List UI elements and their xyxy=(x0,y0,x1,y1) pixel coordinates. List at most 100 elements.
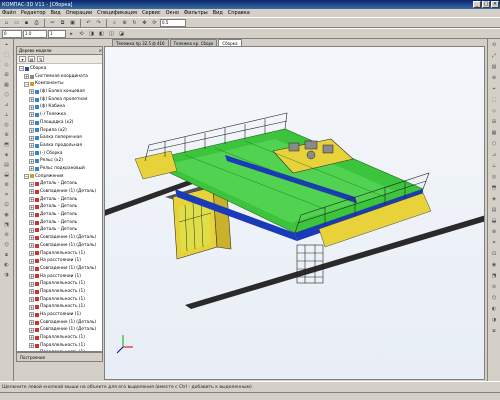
left-tool-icon[interactable]: ⌬ xyxy=(2,241,11,249)
expand-icon[interactable]: + xyxy=(29,273,34,279)
expand-icon[interactable]: + xyxy=(29,97,34,103)
view-icon[interactable]: ◨ xyxy=(87,30,96,38)
right-tool-icon[interactable]: ⟂ xyxy=(490,162,499,170)
tree-item[interactable]: + Совпадение (1) (Деталь) xyxy=(17,326,102,334)
expand-icon[interactable]: + xyxy=(29,243,34,249)
tree-item[interactable]: + Совпадение (1) (Деталь) xyxy=(17,265,102,273)
save-icon[interactable]: ▪ xyxy=(22,19,31,27)
tree-item[interactable]: + Деталь - Деталь xyxy=(17,203,102,211)
minimize-button[interactable]: _ xyxy=(473,1,481,8)
layer-combo[interactable]: 0 xyxy=(2,29,22,38)
tree-item[interactable]: + Параллельность (1) xyxy=(17,280,102,288)
expand-icon[interactable]: + xyxy=(29,320,34,326)
expand-icon[interactable]: + xyxy=(29,312,34,318)
print-icon[interactable]: ⎙ xyxy=(32,19,41,27)
right-tool-icon[interactable]: ⊿ xyxy=(490,151,499,159)
expand-icon[interactable]: − xyxy=(24,81,29,87)
left-tool-icon[interactable]: ⊿ xyxy=(2,101,11,109)
tree-item[interactable]: + Перила (х2) xyxy=(17,127,102,135)
menu-filters[interactable]: Фильтры xyxy=(184,10,208,16)
left-tool-icon[interactable]: ⊡ xyxy=(2,201,11,209)
left-tool-icon[interactable]: ▦ xyxy=(2,81,11,89)
tree-item[interactable]: + Деталь - Деталь xyxy=(17,196,102,204)
right-tool-icon[interactable]: ⤢ xyxy=(490,52,499,60)
expand-icon[interactable]: + xyxy=(29,212,34,218)
open-icon[interactable]: ▭ xyxy=(12,19,21,27)
expand-icon[interactable]: + xyxy=(29,197,34,203)
search-icon[interactable]: ⌕ xyxy=(110,19,119,27)
right-tool-icon[interactable]: ◇ xyxy=(490,107,499,115)
tree-tool-icon[interactable]: ▤ xyxy=(28,56,35,62)
right-tool-icon[interactable]: ⊗ xyxy=(490,228,499,236)
tree-item[interactable]: + Рельс подкрановый xyxy=(17,165,102,173)
tree-item[interactable]: + (ф) Кабина xyxy=(17,103,102,111)
tree-item[interactable]: + (-) Сборка xyxy=(17,150,102,158)
expand-icon[interactable]: + xyxy=(29,327,34,333)
left-tool-icon[interactable]: ⬒ xyxy=(2,141,11,149)
right-tool-icon[interactable]: ◉ xyxy=(490,261,499,269)
redo-icon[interactable]: ↷ xyxy=(94,19,103,27)
tree-item[interactable]: + Параллельность (1) xyxy=(17,334,102,342)
left-tool-icon[interactable]: ⊘ xyxy=(2,231,11,239)
left-tool-icon[interactable]: ⊞ xyxy=(2,71,11,79)
tree-item[interactable]: + Деталь - Деталь xyxy=(17,180,102,188)
expand-icon[interactable]: + xyxy=(24,74,29,80)
copy-icon[interactable]: ⧉ xyxy=(58,19,67,27)
tree-item[interactable]: + Параллельность (1) xyxy=(17,288,102,296)
tree-item[interactable]: + (ф) Балка пролетная xyxy=(17,96,102,104)
left-tool-icon[interactable]: ⊗ xyxy=(2,181,11,189)
expand-icon[interactable]: + xyxy=(29,120,34,126)
new-icon[interactable]: ▫ xyxy=(2,19,11,27)
tree-item[interactable]: − Сборка xyxy=(17,65,102,73)
tree-item[interactable]: + Балка поперечная xyxy=(17,134,102,142)
expand-icon[interactable]: + xyxy=(29,250,34,256)
tree-item[interactable]: + Деталь - Деталь xyxy=(17,211,102,219)
menu-window[interactable]: Окно xyxy=(166,10,179,16)
left-tool-icon[interactable]: ◇ xyxy=(2,61,11,69)
tree-item[interactable]: + Совпадение (1) (Деталь) xyxy=(17,242,102,250)
refresh-icon[interactable]: ⟳ xyxy=(150,19,159,27)
expand-icon[interactable]: + xyxy=(29,258,34,264)
expand-icon[interactable]: + xyxy=(29,127,34,133)
expand-icon[interactable]: + xyxy=(29,343,34,349)
tree-item[interactable]: − Сопряжения xyxy=(17,173,102,181)
left-tool-icon[interactable]: ⌗ xyxy=(2,191,11,199)
expand-icon[interactable]: + xyxy=(29,227,34,233)
right-tool-icon[interactable]: ◐ xyxy=(490,305,499,313)
menu-view-2[interactable]: Вид xyxy=(213,10,223,16)
right-tool-icon[interactable]: ⌖ xyxy=(490,85,499,93)
menu-edit[interactable]: Редактор xyxy=(21,10,46,16)
tree-item[interactable]: + Параллельность (1) xyxy=(17,250,102,258)
expand-icon[interactable]: + xyxy=(29,158,34,164)
zoom-icon[interactable]: ⊕ xyxy=(120,19,129,27)
tree-item[interactable]: + (-) Тележка xyxy=(17,111,102,119)
tree-item[interactable]: + Параллельность (1) xyxy=(17,296,102,304)
right-tool-icon[interactable]: ⊡ xyxy=(490,250,499,258)
right-tool-icon[interactable]: ⊕ xyxy=(490,74,499,82)
tree-tool-icon[interactable]: ⇅ xyxy=(37,56,44,62)
expand-icon[interactable]: − xyxy=(24,173,29,179)
tree-item[interactable]: + Деталь - Деталь xyxy=(17,226,102,234)
right-tool-icon[interactable]: ⌬ xyxy=(490,294,499,302)
left-tool-icon[interactable]: ◉ xyxy=(2,211,11,219)
tree-item[interactable]: + Параллельность (1) xyxy=(17,342,102,350)
rotate-icon[interactable]: ↻ xyxy=(130,19,139,27)
tree-item[interactable]: − Компоненты xyxy=(17,80,102,88)
expand-icon[interactable]: + xyxy=(29,266,34,272)
left-tool-icon[interactable]: ⬓ xyxy=(2,171,11,179)
menu-operations[interactable]: Операции xyxy=(66,10,92,16)
section-icon[interactable]: ◪ xyxy=(117,30,126,38)
expand-icon[interactable]: + xyxy=(29,281,34,287)
right-tool-icon[interactable]: ⬒ xyxy=(490,184,499,192)
tree-item[interactable]: + Балка продольная xyxy=(17,142,102,150)
expand-icon[interactable]: + xyxy=(29,235,34,241)
tree-item[interactable]: + На расстоянии (1) xyxy=(17,311,102,319)
close-icon[interactable]: × xyxy=(99,47,102,54)
expand-icon[interactable]: + xyxy=(29,89,34,95)
right-tool-icon[interactable]: ⧈ xyxy=(490,327,499,335)
cut-icon[interactable]: ✂ xyxy=(48,19,57,27)
tree-item[interactable]: + Совпадение (1) (Деталь) xyxy=(17,188,102,196)
expand-icon[interactable]: + xyxy=(29,135,34,141)
expand-icon[interactable]: + xyxy=(29,143,34,149)
tree-item[interactable]: + Совпадение (1) (Деталь) xyxy=(17,319,102,327)
